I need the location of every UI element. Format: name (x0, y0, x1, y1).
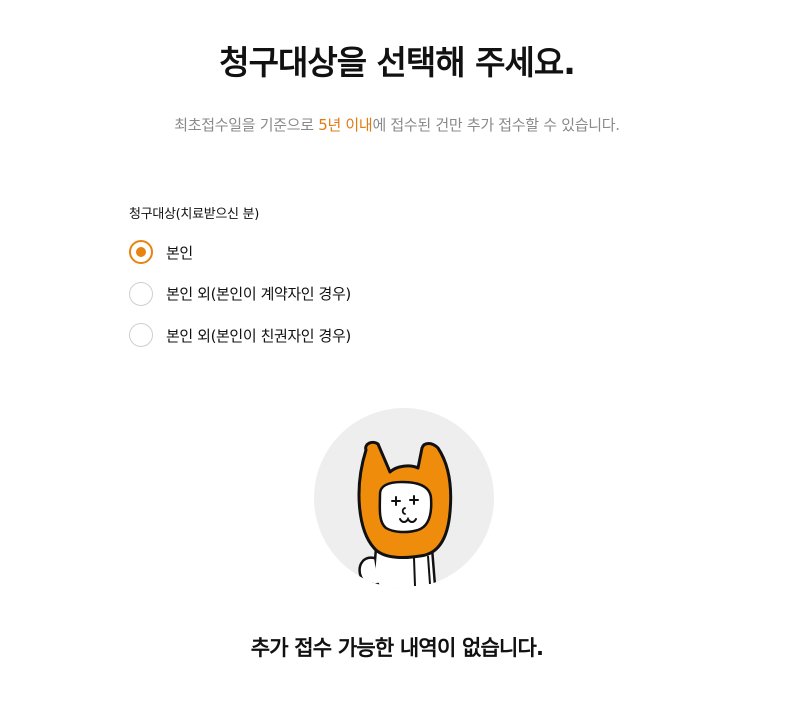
character-illustration (314, 408, 494, 588)
claim-target-options: 본인 본인 외(본인이 계약자인 경우) 본인 외(본인이 친권자인 경우) (129, 238, 351, 363)
option-other-contractor[interactable]: 본인 외(본인이 계약자인 경우) (129, 280, 351, 308)
option-label-other-contractor: 본인 외(본인이 계약자인 경우) (166, 285, 351, 303)
claim-target-page: 청구대상을 선택해 주세요. 최초접수일을 기준으로 5년 이내에 접수된 건만… (0, 0, 794, 704)
option-self[interactable]: 본인 (129, 238, 351, 266)
empty-state-message: 추가 접수 가능한 내역이 없습니다. (250, 636, 544, 660)
subtitle-highlight: 5년 이내 (318, 116, 373, 134)
page-title: 청구대상을 선택해 주세요. (219, 43, 575, 82)
character-icon (314, 408, 494, 588)
radio-other-guardian[interactable] (129, 323, 153, 347)
radio-other-contractor[interactable] (129, 281, 153, 306)
subtitle-text-after: 에 접수된 건만 추가 접수할 수 있습니다. (372, 116, 620, 134)
radio-self[interactable] (129, 240, 153, 264)
subtitle-text-before: 최초접수일을 기준으로 (174, 116, 319, 134)
option-label-other-guardian: 본인 외(본인이 친권자인 경우) (166, 326, 351, 345)
page-subtitle: 최초접수일을 기준으로 5년 이내에 접수된 건만 추가 접수할 수 있습니다. (0, 114, 794, 135)
claim-target-label: 청구대상(치료받으신 분) (129, 207, 259, 222)
option-other-guardian[interactable]: 본인 외(본인이 친권자인 경우) (129, 321, 351, 349)
radio-selected-dot (136, 247, 146, 257)
option-label-self: 본인 (166, 243, 193, 262)
